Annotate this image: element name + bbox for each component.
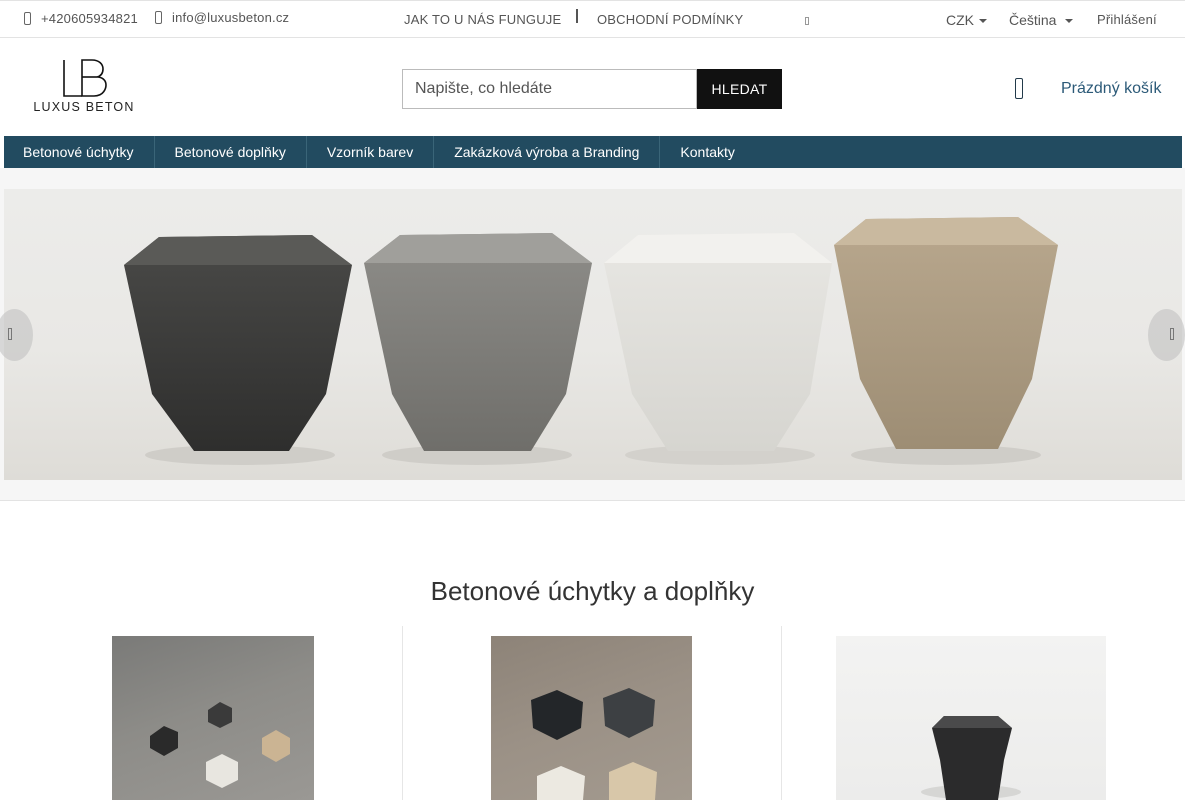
concrete-knobs-illustration: [124, 217, 1058, 465]
top-bar: +420605934821 info@luxusbeton.cz JAK TO …: [0, 0, 1185, 38]
info-icon[interactable]: [805, 17, 809, 25]
product-image[interactable]: [112, 636, 314, 800]
login-link[interactable]: Přihlášení: [1097, 12, 1157, 27]
nav-item-accessories[interactable]: Betonové doplňky: [155, 136, 307, 168]
language-label: Čeština: [1009, 12, 1057, 28]
cart-icon[interactable]: [1015, 78, 1023, 99]
section-title: Betonové úchytky a doplňky: [430, 576, 755, 606]
column-divider: [781, 626, 782, 800]
phone-number[interactable]: +420605934821: [41, 11, 138, 26]
cart-link[interactable]: Prázdný košík: [1061, 80, 1161, 98]
search-button[interactable]: HLEDAT: [697, 69, 782, 109]
concrete-knob-illustration: [921, 716, 1021, 800]
hero-carousel: [0, 168, 1185, 501]
logo-mark-icon: [63, 59, 107, 97]
email-icon: [155, 11, 162, 24]
carousel-next-button[interactable]: [1148, 309, 1185, 361]
geometric-knobs-illustration: [150, 702, 290, 788]
nav-item-color-samples[interactable]: Vzorník barev: [307, 136, 435, 168]
search-form: HLEDAT: [402, 69, 782, 109]
terms-link[interactable]: OBCHODNÍ PODMÍNKY: [597, 12, 743, 27]
nav-item-handles[interactable]: Betonové úchytky: [4, 136, 155, 168]
nav-item-contacts[interactable]: Kontakty: [660, 136, 754, 168]
logo-text: LUXUS BETON: [33, 100, 135, 114]
email-address[interactable]: info@luxusbeton.cz: [172, 10, 289, 25]
search-input[interactable]: [402, 69, 697, 109]
chevron-right-icon: [1170, 328, 1174, 340]
chevron-down-icon: [1065, 19, 1074, 23]
product-image[interactable]: [491, 636, 692, 800]
nav-item-custom-production[interactable]: Zakázková výroba a Branding: [434, 136, 661, 168]
topbar-divider: [576, 9, 578, 23]
chevron-down-icon: [979, 19, 987, 23]
currency-label: CZK: [946, 12, 974, 28]
phone-icon: [24, 12, 31, 25]
email-contact[interactable]: info@luxusbeton.cz: [155, 10, 289, 25]
chevron-left-icon: [8, 328, 12, 340]
product-image[interactable]: [836, 636, 1106, 800]
phone-contact[interactable]: +420605934821: [24, 11, 138, 26]
column-divider: [402, 626, 403, 800]
currency-dropdown[interactable]: CZK: [946, 12, 987, 28]
how-it-works-link[interactable]: JAK TO U NÁS FUNGUJE: [404, 12, 561, 27]
hero-slide-image: [4, 189, 1182, 480]
logo[interactable]: LUXUS BETON: [32, 56, 136, 118]
main-nav: Betonové úchytky Betonové doplňky Vzorní…: [4, 136, 1182, 168]
language-dropdown[interactable]: Čeština: [1009, 12, 1074, 28]
geometric-knobs-illustration: [531, 688, 657, 800]
